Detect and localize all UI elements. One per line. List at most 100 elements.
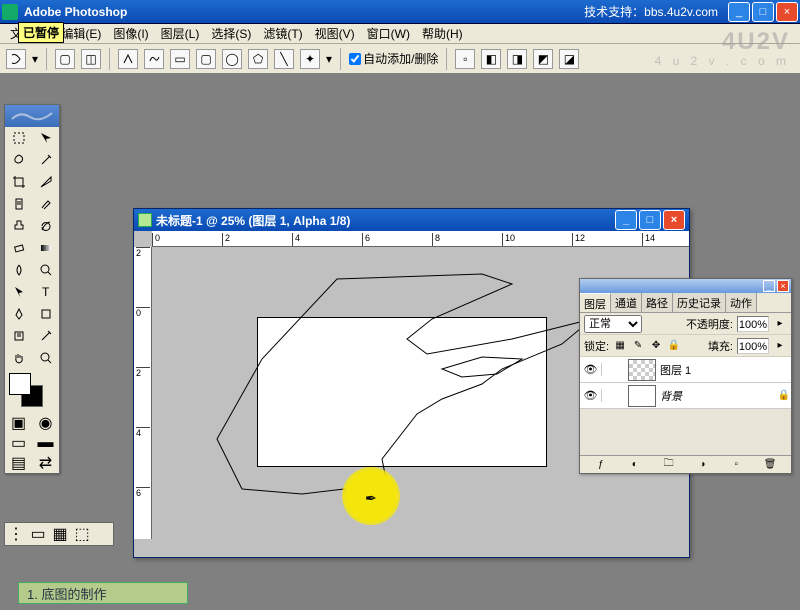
freeform-pen-icon[interactable] bbox=[144, 49, 164, 69]
brush-tool-icon[interactable] bbox=[32, 193, 59, 215]
pathop-add-icon[interactable]: ◧ bbox=[481, 49, 501, 69]
lock-all-icon[interactable]: 🔒 bbox=[667, 339, 681, 353]
panel-close-button[interactable]: × bbox=[777, 280, 789, 292]
tab-paths[interactable]: 路径 bbox=[642, 293, 673, 312]
bbox-icon[interactable]: ▢ bbox=[55, 49, 75, 69]
screen-std-icon[interactable]: ▭ bbox=[5, 433, 32, 453]
visibility-icon[interactable]: 👁 bbox=[580, 389, 602, 402]
roundrect-shape-icon[interactable]: ▢ bbox=[196, 49, 216, 69]
marquee-tool-icon[interactable] bbox=[5, 127, 32, 149]
jump-imageready-icon[interactable]: ⇄ bbox=[32, 453, 59, 473]
ruler-vertical[interactable]: 2 0 2 4 6 bbox=[134, 247, 152, 539]
path-select-tool-icon[interactable] bbox=[5, 281, 32, 303]
auto-add-delete-checkbox[interactable]: 自动添加/删除 bbox=[349, 50, 438, 67]
subtool-c-icon[interactable]: ⬚ bbox=[71, 523, 93, 545]
doc-close-button[interactable]: × bbox=[663, 210, 685, 230]
blend-mode-select[interactable]: 正常 bbox=[584, 315, 642, 333]
auto-add-delete-input[interactable] bbox=[349, 53, 361, 65]
zoom-tool-icon[interactable] bbox=[32, 347, 59, 369]
pathop-subtract-icon[interactable]: ◨ bbox=[507, 49, 527, 69]
color-swatches[interactable] bbox=[9, 373, 55, 409]
layer-row-bg[interactable]: 👁 背景 🔒 bbox=[580, 383, 791, 409]
wand-tool-icon[interactable] bbox=[32, 149, 59, 171]
document-titlebar[interactable]: 未标题-1 @ 25% (图层 1, Alpha 1/8) _ □ × bbox=[134, 209, 689, 231]
subtool-strip[interactable]: ⋮ ▭ ▦ ⬚ bbox=[4, 522, 114, 546]
pathop-exclude-icon[interactable]: ◪ bbox=[559, 49, 579, 69]
layer-row-layer1[interactable]: 👁 图层 1 bbox=[580, 357, 791, 383]
opacity-stepper-icon[interactable]: ▸ bbox=[773, 317, 787, 331]
tool-preset-icon[interactable] bbox=[6, 49, 26, 69]
fill-value[interactable]: 100% bbox=[737, 338, 769, 354]
pathop-new-icon[interactable]: ▫ bbox=[455, 49, 475, 69]
dodge-tool-icon[interactable] bbox=[32, 259, 59, 281]
stamp-tool-icon[interactable] bbox=[5, 215, 32, 237]
screen-full-icon[interactable]: ▬ bbox=[32, 433, 59, 453]
panel-minimize-button[interactable]: _ bbox=[763, 280, 775, 292]
blur-tool-icon[interactable] bbox=[5, 259, 32, 281]
minimize-button[interactable]: _ bbox=[728, 2, 750, 22]
toolbox[interactable]: T ▣ ◉ ▭ ▬ ▤ ⇄ bbox=[4, 104, 60, 474]
lock-transparency-icon[interactable]: ▦ bbox=[613, 339, 627, 353]
ellipse-shape-icon[interactable]: ◯ bbox=[222, 49, 242, 69]
adjustment-button-icon[interactable]: ◑ bbox=[694, 458, 710, 472]
tab-actions[interactable]: 动作 bbox=[726, 293, 757, 312]
lasso-tool-icon[interactable] bbox=[5, 149, 32, 171]
slice-tool-icon[interactable] bbox=[32, 171, 59, 193]
menu-image[interactable]: 图像(I) bbox=[107, 23, 154, 44]
gradient-tool-icon[interactable] bbox=[32, 237, 59, 259]
lock-paint-icon[interactable]: ✎ bbox=[631, 339, 645, 353]
close-button[interactable]: × bbox=[776, 2, 798, 22]
fx-button-icon[interactable]: ƒ bbox=[593, 458, 609, 472]
doc-maximize-button[interactable]: □ bbox=[639, 210, 661, 230]
visibility-icon[interactable]: 👁 bbox=[580, 363, 602, 376]
standard-mode-icon[interactable]: ▣ bbox=[5, 413, 32, 433]
crop-tool-icon[interactable] bbox=[5, 171, 32, 193]
layers-panel[interactable]: _ × 图层 通道 路径 历史记录 动作 正常 不透明度: 100% ▸ 锁定:… bbox=[579, 278, 792, 474]
polygon-shape-icon[interactable]: ⬠ bbox=[248, 49, 268, 69]
fill-stepper-icon[interactable]: ▸ bbox=[773, 339, 787, 353]
quickmask-mode-icon[interactable]: ◉ bbox=[32, 413, 59, 433]
custom-shape-icon[interactable]: ✦ bbox=[300, 49, 320, 69]
subtool-b-icon[interactable]: ▦ bbox=[49, 523, 71, 545]
type-tool-icon[interactable]: T bbox=[32, 281, 59, 303]
set-button-icon[interactable]: 🗀 bbox=[661, 458, 677, 472]
layer-thumb[interactable] bbox=[628, 359, 656, 381]
history-brush-tool-icon[interactable] bbox=[32, 215, 59, 237]
lock-move-icon[interactable]: ✥ bbox=[649, 339, 663, 353]
ruler-horizontal[interactable]: 0 2 4 6 8 10 12 14 bbox=[152, 231, 689, 247]
rect-shape-icon[interactable]: ▭ bbox=[170, 49, 190, 69]
layer-thumb[interactable] bbox=[628, 385, 656, 407]
shape-dropdown-icon[interactable]: ▾ bbox=[326, 52, 332, 66]
maximize-button[interactable]: □ bbox=[752, 2, 774, 22]
eraser-tool-icon[interactable] bbox=[5, 237, 32, 259]
hand-tool-icon[interactable] bbox=[5, 347, 32, 369]
subtool-grip-icon[interactable]: ⋮ bbox=[5, 523, 27, 545]
pathop-intersect-icon[interactable]: ◩ bbox=[533, 49, 553, 69]
menu-window[interactable]: 窗口(W) bbox=[361, 23, 416, 44]
new-layer-button-icon[interactable]: ▫ bbox=[728, 458, 744, 472]
heal-tool-icon[interactable] bbox=[5, 193, 32, 215]
pen-shape-icon[interactable] bbox=[118, 49, 138, 69]
shape-tool-icon[interactable] bbox=[32, 303, 59, 325]
tab-layers[interactable]: 图层 bbox=[580, 293, 611, 312]
titlebar[interactable]: Adobe Photoshop 技术支持：bbs.4u2v.com _ □ × bbox=[0, 0, 800, 24]
line-shape-icon[interactable]: ╲ bbox=[274, 49, 294, 69]
pen-tool-icon[interactable] bbox=[5, 303, 32, 325]
dropdown-icon[interactable]: ▾ bbox=[32, 52, 38, 66]
toolbox-header[interactable] bbox=[5, 105, 59, 127]
move-tool-icon[interactable] bbox=[32, 127, 59, 149]
opacity-value[interactable]: 100% bbox=[737, 316, 769, 332]
menu-view[interactable]: 视图(V) bbox=[309, 23, 361, 44]
layer-name[interactable]: 图层 1 bbox=[660, 362, 791, 378]
menu-filter[interactable]: 滤镜(T) bbox=[257, 23, 308, 44]
panel-header[interactable]: _ × bbox=[580, 279, 791, 293]
tab-history[interactable]: 历史记录 bbox=[673, 293, 726, 312]
eyedropper-tool-icon[interactable] bbox=[32, 325, 59, 347]
menu-select[interactable]: 选择(S) bbox=[205, 23, 257, 44]
tab-channels[interactable]: 通道 bbox=[611, 293, 642, 312]
layer-name[interactable]: 背景 bbox=[660, 388, 777, 404]
fg-color-swatch[interactable] bbox=[9, 373, 31, 395]
transform-icon[interactable]: ◫ bbox=[81, 49, 101, 69]
notes-tool-icon[interactable] bbox=[5, 325, 32, 347]
mask-button-icon[interactable]: ◐ bbox=[627, 458, 643, 472]
